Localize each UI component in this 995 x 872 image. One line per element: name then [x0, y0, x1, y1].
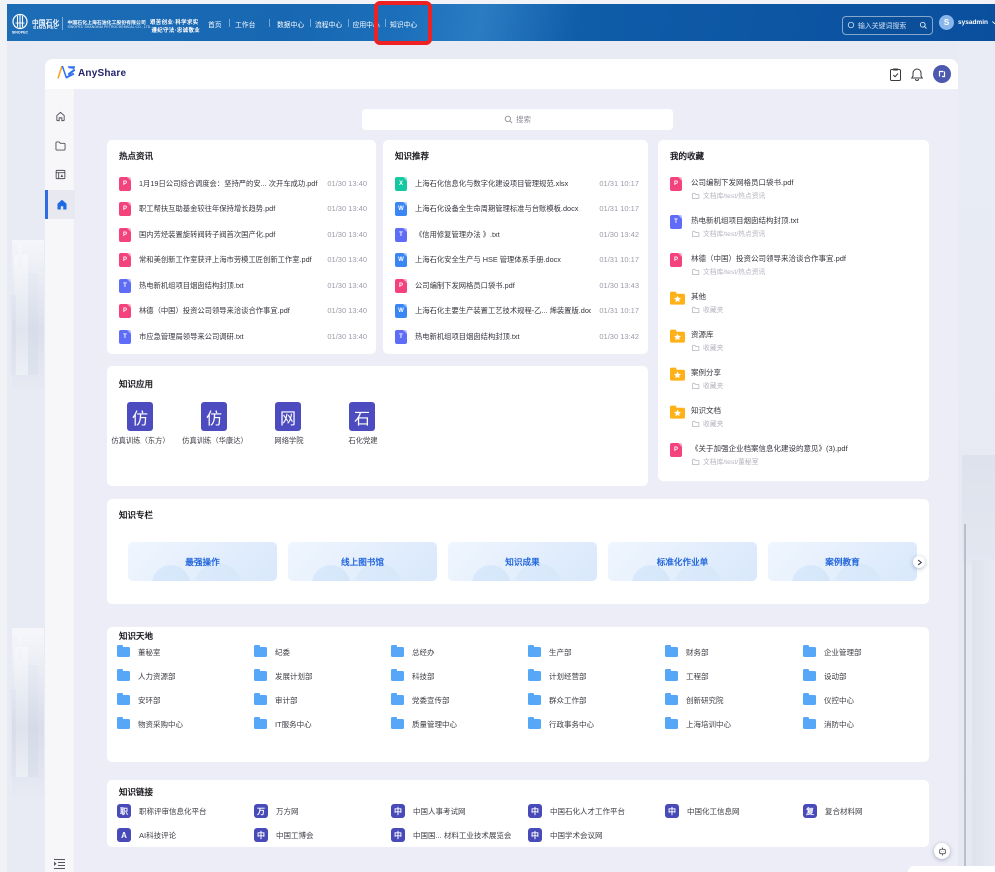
svg-text:SINOPEC: SINOPEC	[12, 31, 29, 35]
